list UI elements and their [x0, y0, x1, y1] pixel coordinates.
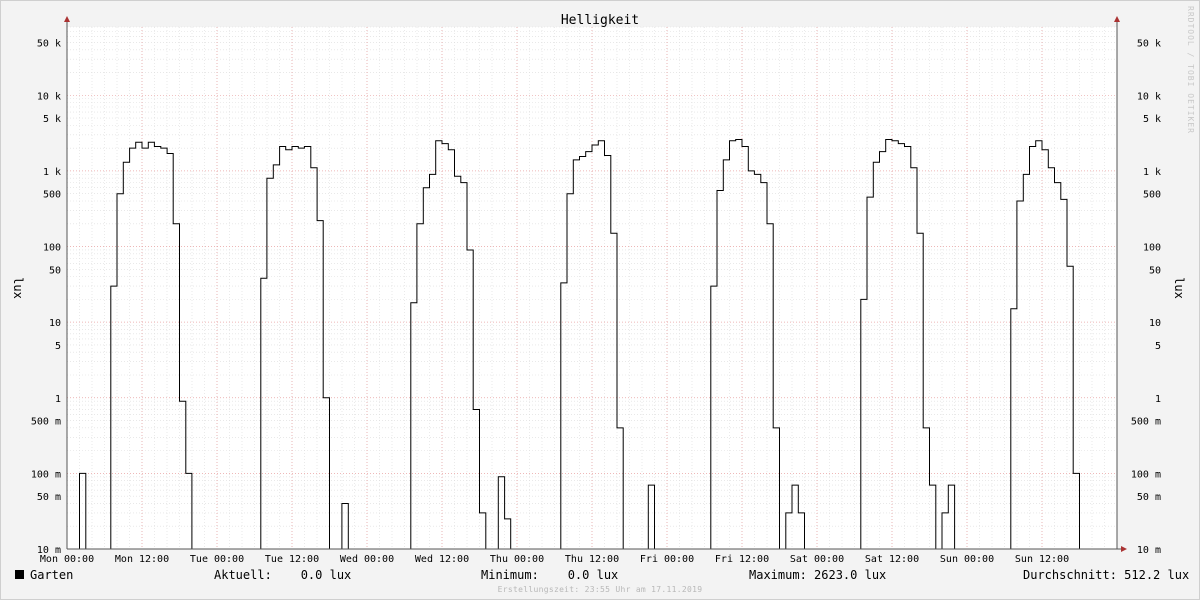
y-tick-label-right: 100 — [1143, 243, 1161, 254]
y-tick-label-left: 1 k — [43, 167, 61, 178]
legend-maximum: Maximum: 2623.0 lux — [749, 568, 887, 582]
x-tick-label: Thu 00:00 — [490, 554, 544, 565]
x-tick-label: Wed 00:00 — [340, 554, 394, 565]
y-tick-label-right: 10 k — [1137, 91, 1161, 102]
y-tick-label-left: 500 — [43, 190, 61, 201]
x-tick-label: Fri 00:00 — [640, 554, 694, 565]
y-axis-arrow-right — [1114, 16, 1120, 22]
y-tick-label-right: 10 m — [1137, 545, 1161, 556]
y-axis-label-right: lux — [1172, 277, 1186, 299]
chart-title: Helligkeit — [561, 13, 639, 28]
y-tick-label-right: 1 — [1155, 394, 1161, 405]
watermark: RRDTOOL / TOBI OETIKER — [1186, 6, 1195, 134]
x-tick-label: Wed 12:00 — [415, 554, 469, 565]
legend-current: Aktuell: 0.0 lux — [214, 568, 352, 582]
legend-series-name: Garten — [30, 568, 74, 582]
y-tick-label-left: 5 — [55, 341, 61, 352]
x-tick-label: Fri 12:00 — [715, 554, 769, 565]
y-tick-label-right: 50 m — [1137, 492, 1161, 503]
y-tick-label-right: 500 — [1143, 190, 1161, 201]
x-tick-label: Tue 12:00 — [265, 554, 319, 565]
x-tick-label: Sat 00:00 — [790, 554, 844, 565]
y-axis-arrow-left — [64, 16, 70, 22]
y-tick-label-left: 10 k — [37, 91, 61, 102]
y-tick-label-right: 1 k — [1143, 167, 1161, 178]
y-tick-label-right: 500 m — [1131, 417, 1161, 428]
legend-average: Durchschnitt: 512.2 lux — [1023, 568, 1190, 582]
y-tick-label-left: 10 — [49, 318, 61, 329]
y-tick-label-right: 100 m — [1131, 469, 1161, 480]
x-axis-arrow — [1121, 546, 1127, 552]
x-tick-label: Sun 00:00 — [940, 554, 994, 565]
x-tick-label: Sat 12:00 — [865, 554, 919, 565]
creation-time: Erstellungszeit: 23:55 Uhr am 17.11.2019 — [497, 585, 703, 594]
y-tick-label-right: 50 k — [1137, 38, 1161, 49]
y-tick-label-right: 5 — [1155, 341, 1161, 352]
legend-swatch — [15, 570, 24, 579]
grid — [67, 26, 1117, 550]
y-tick-label-left: 50 m — [37, 492, 61, 503]
y-tick-label-left: 50 k — [37, 38, 61, 49]
y-tick-label-right: 10 — [1149, 318, 1161, 329]
y-tick-label-left: 100 m — [31, 469, 61, 480]
y-axis-label-left: lux — [11, 277, 25, 299]
y-tick-label-right: 50 — [1149, 265, 1161, 276]
legend-minimum: Minimum: 0.0 lux — [481, 568, 619, 582]
x-tick-label: Mon 12:00 — [115, 554, 169, 565]
x-tick-label: Thu 12:00 — [565, 554, 619, 565]
y-tick-label-left: 5 k — [43, 114, 61, 125]
x-tick-label: Sun 12:00 — [1015, 554, 1069, 565]
y-tick-label-left: 1 — [55, 394, 61, 405]
x-tick-label: Tue 00:00 — [190, 554, 244, 565]
y-tick-label-right: 5 k — [1143, 114, 1161, 125]
y-tick-label-left: 500 m — [31, 417, 61, 428]
y-tick-label-left: 10 m — [37, 545, 61, 556]
brightness-chart: Mon 00:00 Mon 12:00 Tue 00:00 Tue 12:00 Wed … — [11, 13, 1186, 565]
y-tick-label-left: 100 — [43, 243, 61, 254]
y-tick-label-left: 50 — [49, 265, 61, 276]
